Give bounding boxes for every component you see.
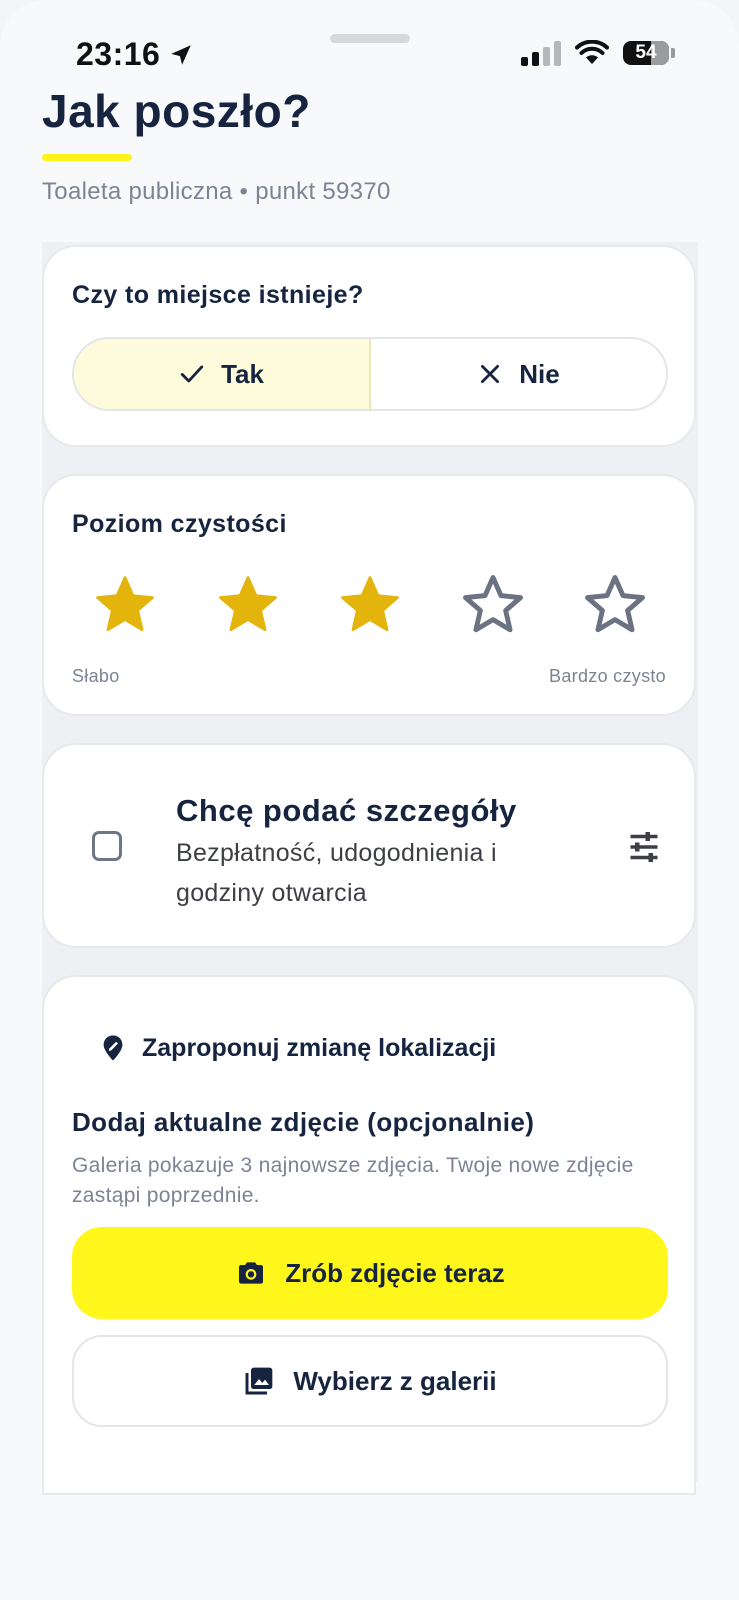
- status-bar-time: 23:16: [76, 36, 194, 73]
- choose-gallery-button[interactable]: Wybierz z galerii: [72, 1335, 668, 1427]
- edit-location-icon: [103, 1035, 123, 1061]
- take-photo-label: Zrób zdjęcie teraz: [285, 1257, 505, 1288]
- suggest-location-label: Zaproponuj zmianę lokalizacji: [142, 1033, 497, 1062]
- exists-toggle: Tak Nie: [72, 337, 668, 411]
- bottom-sheet: 23:16 54 Jak poszło? Toaleta publiczna •…: [0, 0, 739, 1600]
- star-empty-icon[interactable]: [460, 572, 526, 638]
- place-subtitle: Toaleta publiczna • punkt 59370: [42, 178, 391, 205]
- take-photo-button[interactable]: Zrób zdjęcie teraz: [72, 1227, 668, 1319]
- battery-icon: 54: [623, 41, 669, 65]
- close-icon: [481, 365, 500, 383]
- tune-icon: [630, 832, 658, 862]
- rating-low-label: Słabo: [72, 666, 120, 686]
- title-underline: [42, 154, 132, 161]
- details-card[interactable]: Chcę podać szczegóły Bezpłatność, udogod…: [42, 743, 696, 948]
- no-label: Nie: [519, 358, 560, 389]
- cellular-signal-icon: [521, 40, 561, 66]
- page-title: Jak poszło?: [42, 85, 311, 137]
- details-description: Bezpłatność, udogodnienia i godziny otwa…: [176, 839, 497, 907]
- no-option[interactable]: Nie: [371, 339, 666, 409]
- gallery-label: Wybierz z galerii: [293, 1365, 497, 1396]
- details-title: Chcę podać szczegóły: [176, 793, 517, 828]
- yes-option[interactable]: Tak: [74, 339, 371, 409]
- suggest-location-link[interactable]: Zaproponuj zmianę lokalizacji: [98, 1033, 496, 1063]
- photo-library-icon: [245, 1367, 273, 1395]
- status-bar-indicators: 54: [521, 40, 675, 66]
- star-filled-icon[interactable]: [92, 572, 158, 638]
- photo-card: Zaproponuj zmianę lokalizacji Dodaj aktu…: [42, 975, 696, 1495]
- photo-section-title: Dodaj aktualne zdjęcie (opcjonalnie): [72, 1107, 535, 1137]
- battery-level: 54: [635, 42, 657, 63]
- rating-high-label: Bardzo czysto: [549, 666, 666, 686]
- star-rating: [72, 572, 668, 638]
- photo-section-description: Galeria pokazuje 3 najnowsze zdjęcia. Tw…: [72, 1154, 634, 1207]
- battery-tip: [671, 48, 675, 58]
- exists-question: Czy to miejsce istnieje?: [72, 281, 364, 309]
- sheet-grabber[interactable]: [330, 34, 410, 43]
- location-arrow-icon: [171, 44, 192, 65]
- clock: 23:16: [76, 36, 161, 72]
- star-filled-icon[interactable]: [337, 572, 403, 638]
- cleanliness-title: Poziom czystości: [72, 510, 287, 538]
- cleanliness-card: Poziom czystości Słabo Bardzo czysto: [42, 474, 696, 716]
- wifi-icon: [575, 40, 609, 64]
- camera-icon: [239, 1262, 264, 1284]
- details-checkbox[interactable]: [92, 831, 122, 861]
- yes-label: Tak: [221, 358, 264, 389]
- check-icon: [180, 365, 204, 383]
- exists-card: Czy to miejsce istnieje? Tak Nie: [42, 245, 696, 447]
- star-filled-icon[interactable]: [215, 572, 281, 638]
- star-empty-icon[interactable]: [582, 572, 648, 638]
